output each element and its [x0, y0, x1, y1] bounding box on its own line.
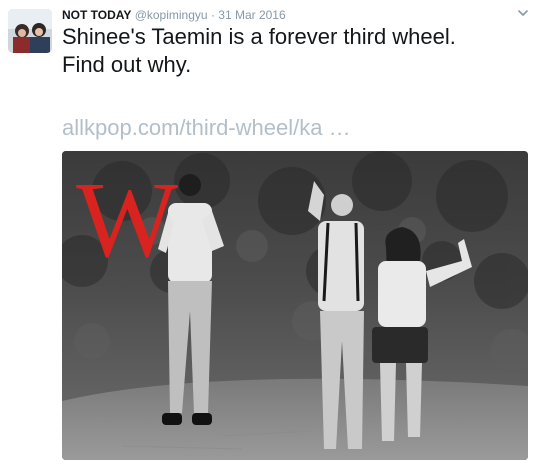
- tweet-card: NOT TODAY @kopimingyu · 31 Mar 2016 Shin…: [0, 0, 540, 466]
- chevron-down-icon[interactable]: [516, 6, 530, 20]
- photo-image: W: [62, 151, 528, 460]
- tweet-text-line-2: Find out why.: [62, 52, 192, 77]
- tweet-text: Shinee's Taemin is a forever third wheel…: [62, 23, 532, 79]
- tweet-link[interactable]: allkpop.com/third-wheel/ka …: [62, 114, 351, 142]
- magazine-logo: W: [76, 161, 178, 280]
- tweet-header: NOT TODAY @kopimingyu · 31 Mar 2016: [62, 6, 500, 24]
- tweet-date[interactable]: 31 Mar 2016: [218, 8, 285, 22]
- avatar[interactable]: [8, 9, 52, 53]
- tweet-text-line-1: Shinee's Taemin is a forever third wheel…: [62, 24, 456, 49]
- separator-dot: ·: [210, 8, 215, 22]
- user-handle[interactable]: @kopimingyu: [135, 8, 208, 22]
- display-name[interactable]: NOT TODAY: [62, 8, 131, 22]
- tweet-photo[interactable]: W: [62, 151, 528, 460]
- avatar-image: [8, 9, 52, 53]
